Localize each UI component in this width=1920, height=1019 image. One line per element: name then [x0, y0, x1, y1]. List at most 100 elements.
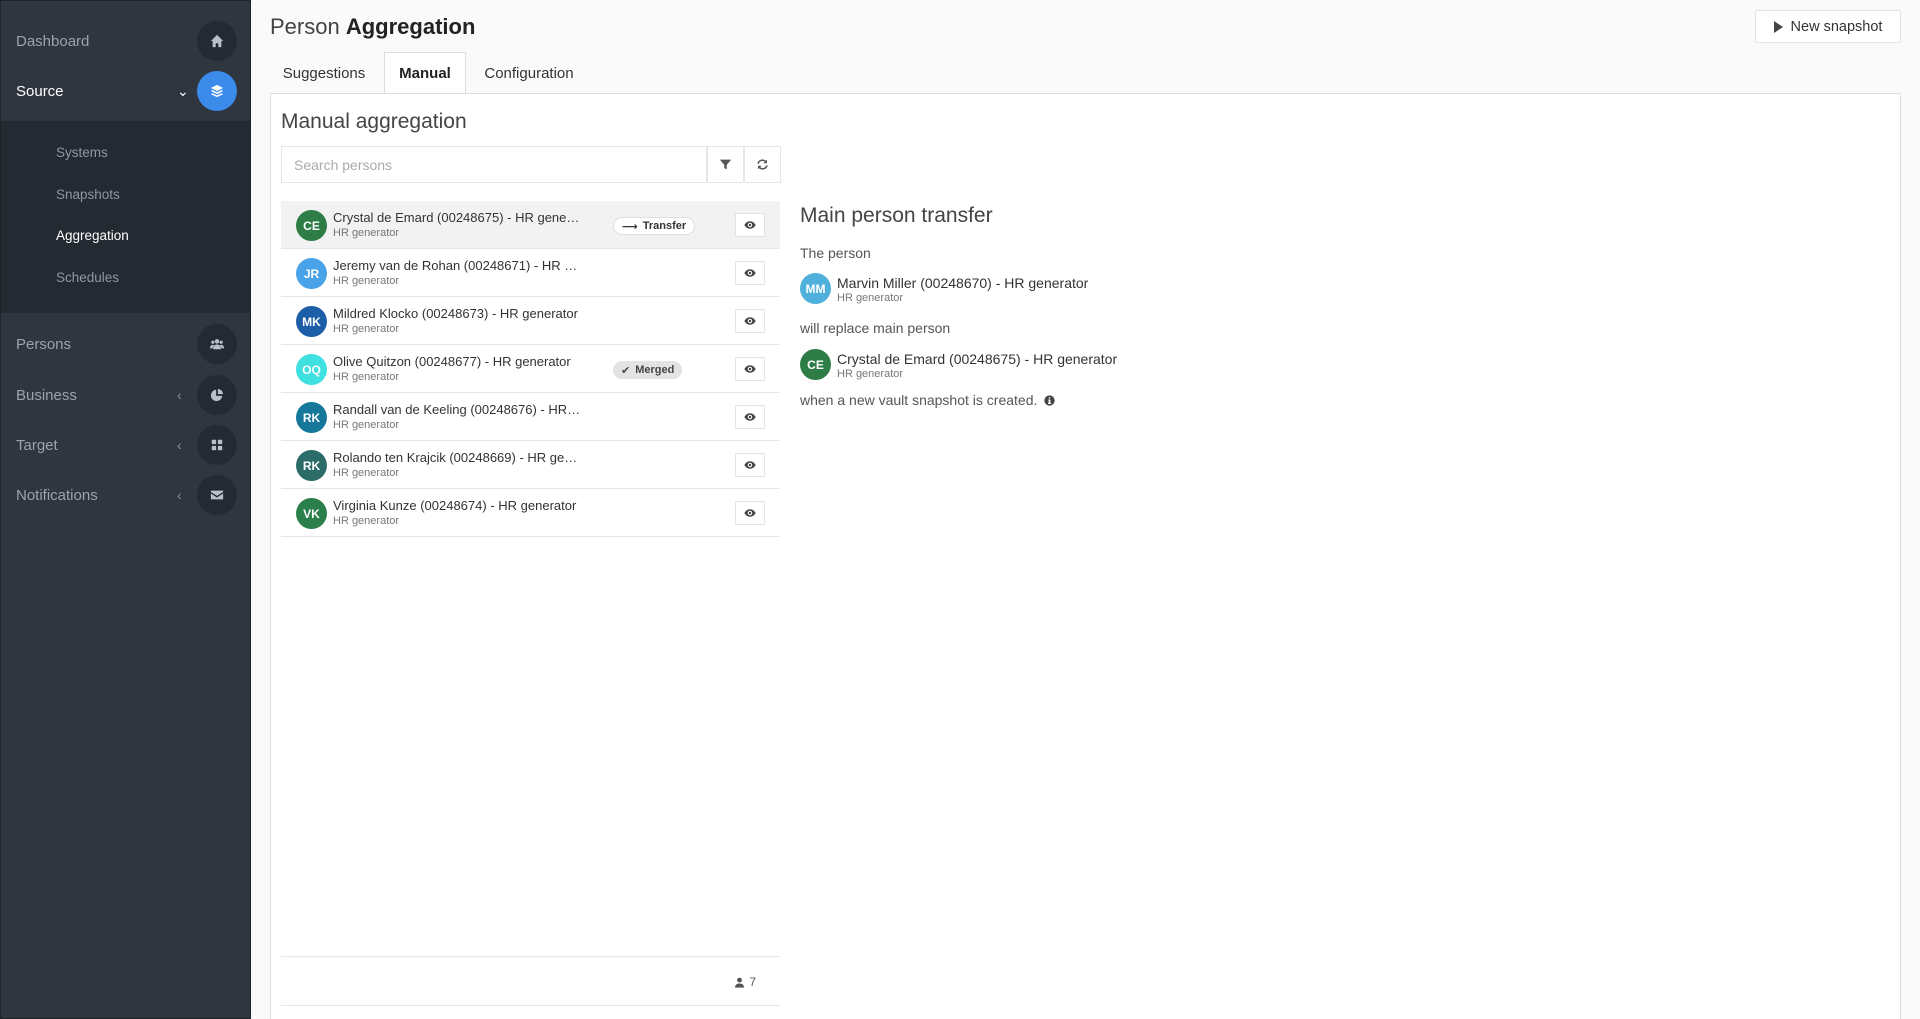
- nav-source[interactable]: Source ⌄: [1, 66, 250, 116]
- filter-button[interactable]: [707, 146, 744, 183]
- view-person-button[interactable]: [735, 357, 765, 381]
- eye-icon: [744, 269, 756, 277]
- avatar: CE: [296, 210, 327, 241]
- person-row[interactable]: VK Virginia Kunze (00248674) - HR genera…: [281, 489, 780, 537]
- person-count: 7: [734, 975, 756, 989]
- person-source: HR generator: [333, 419, 400, 431]
- layers-icon[interactable]: [197, 71, 237, 111]
- nav-notifications[interactable]: Notifications ‹: [1, 470, 250, 520]
- person-row[interactable]: OQ Olive Quitzon (00248677) - HR generat…: [281, 345, 780, 393]
- person-source: HR generator: [333, 371, 400, 383]
- users-icon[interactable]: [197, 324, 237, 364]
- source-subnav: Systems Snapshots Aggregation Schedules: [1, 121, 250, 313]
- person-source: HR generator: [333, 323, 400, 335]
- nav-target-label: Target: [16, 436, 58, 454]
- person-name: Crystal de Emard (00248675) - HR generat…: [333, 210, 583, 225]
- chevron-left-icon: ‹: [177, 387, 182, 403]
- transfer-outro-text: when a new vault snapshot is created.: [800, 392, 1038, 408]
- nav-notifications-label: Notifications: [16, 486, 98, 504]
- view-person-button[interactable]: [735, 405, 765, 429]
- nav-business[interactable]: Business ‹: [1, 370, 250, 420]
- main-person-source: HR generator: [837, 368, 904, 380]
- view-person-button[interactable]: [735, 453, 765, 477]
- nav-source-label: Source: [16, 82, 64, 100]
- person-row[interactable]: RK Rolando ten Krajcik (00248669) - HR g…: [281, 441, 780, 489]
- transfer-intro: The person: [800, 245, 871, 261]
- person-name: Virginia Kunze (00248674) - HR generator: [333, 498, 577, 513]
- envelope-icon[interactable]: [197, 475, 237, 515]
- source-person-name: Marvin Miller (00248670) - HR generator: [837, 275, 1089, 291]
- info-icon[interactable]: [1044, 394, 1056, 406]
- transfer-middle: will replace main person: [800, 320, 950, 336]
- view-person-button[interactable]: [735, 309, 765, 333]
- tab-manual[interactable]: Manual: [384, 52, 466, 94]
- home-icon[interactable]: [197, 21, 237, 61]
- avatar: RK: [296, 402, 327, 433]
- nav-persons[interactable]: Persons: [1, 319, 250, 369]
- refresh-button[interactable]: [744, 146, 781, 183]
- transfer-badge: ⟶ Transfer: [613, 217, 696, 235]
- subnav-schedules[interactable]: Schedules: [56, 270, 119, 285]
- new-snapshot-button[interactable]: New snapshot: [1755, 10, 1901, 43]
- person-row[interactable]: JR Jeremy van de Rohan (00248671) - HR g…: [281, 249, 780, 297]
- main-person-name: Crystal de Emard (00248675) - HR generat…: [837, 351, 1118, 367]
- nav-persons-label: Persons: [16, 335, 72, 353]
- avatar: MM: [800, 273, 831, 304]
- subnav-systems[interactable]: Systems: [56, 145, 108, 160]
- tab-suggestions[interactable]: Suggestions: [270, 52, 378, 94]
- nav-target[interactable]: Target ‹: [1, 420, 250, 470]
- person-list: CE Crystal de Emard (00248675) - HR gene…: [281, 201, 780, 537]
- main-content: Person Aggregation New snapshot Suggesti…: [251, 0, 1920, 1019]
- eye-icon: [744, 317, 756, 325]
- person-row[interactable]: RK Randall van de Keeling (00248676) - H…: [281, 393, 780, 441]
- person-name: Jeremy van de Rohan (00248671) - HR gene…: [333, 258, 583, 273]
- arrow-right-icon: ⟶: [622, 220, 638, 233]
- person-name: Mildred Klocko (00248673) - HR generator: [333, 306, 578, 321]
- nav-dashboard-label: Dashboard: [16, 32, 90, 50]
- eye-icon: [744, 509, 756, 517]
- person-source: HR generator: [333, 275, 400, 287]
- person-name: Rolando ten Krajcik (00248669) - HR gene…: [333, 450, 583, 465]
- tab-configuration[interactable]: Configuration: [466, 52, 592, 94]
- eye-icon: [744, 221, 756, 229]
- chevron-left-icon: ‹: [177, 437, 182, 453]
- person-row[interactable]: MK Mildred Klocko (00248673) - HR genera…: [281, 297, 780, 345]
- subnav-aggregation[interactable]: Aggregation: [56, 228, 129, 243]
- eye-icon: [744, 365, 756, 373]
- pie-chart-icon[interactable]: [197, 375, 237, 415]
- avatar: VK: [296, 498, 327, 529]
- avatar: OQ: [296, 354, 327, 385]
- chevron-left-icon: ‹: [177, 487, 182, 503]
- view-person-button[interactable]: [735, 261, 765, 285]
- person-source: HR generator: [333, 227, 400, 239]
- grid-icon[interactable]: [197, 425, 237, 465]
- new-snapshot-label: New snapshot: [1790, 18, 1883, 35]
- eye-icon: [744, 461, 756, 469]
- refresh-icon: [757, 159, 768, 170]
- merged-badge-label: Merged: [635, 364, 675, 376]
- nav-dashboard[interactable]: Dashboard: [1, 16, 250, 66]
- avatar: CE: [800, 349, 831, 380]
- transfer-outro: when a new vault snapshot is created.: [800, 392, 1056, 408]
- view-person-button[interactable]: [735, 501, 765, 525]
- transfer-badge-label: Transfer: [642, 220, 687, 232]
- filter-icon: [719, 159, 732, 170]
- transfer-middle-text: will replace main person: [800, 320, 951, 336]
- view-person-button[interactable]: [735, 213, 765, 237]
- eye-icon: [744, 413, 756, 421]
- person-count-value: 7: [749, 975, 756, 989]
- user-icon: [735, 977, 745, 988]
- source-person-source: HR generator: [837, 292, 904, 304]
- transfer-title: Main person transfer: [800, 204, 993, 227]
- person-name: Olive Quitzon (00248677) - HR generator: [333, 354, 571, 369]
- avatar: MK: [296, 306, 327, 337]
- person-row[interactable]: CE Crystal de Emard (00248675) - HR gene…: [281, 201, 780, 249]
- main-person: CE Crystal de Emard (00248675) - HR gene…: [800, 349, 1300, 381]
- nav-business-label: Business: [16, 386, 77, 404]
- subnav-snapshots[interactable]: Snapshots: [56, 187, 120, 202]
- search-input[interactable]: [281, 146, 707, 183]
- list-footer: 7: [281, 956, 780, 1006]
- manual-panel: Manual aggregation CE Crystal de Emard (…: [270, 93, 1901, 1019]
- play-icon: [1773, 20, 1783, 33]
- avatar: JR: [296, 258, 327, 289]
